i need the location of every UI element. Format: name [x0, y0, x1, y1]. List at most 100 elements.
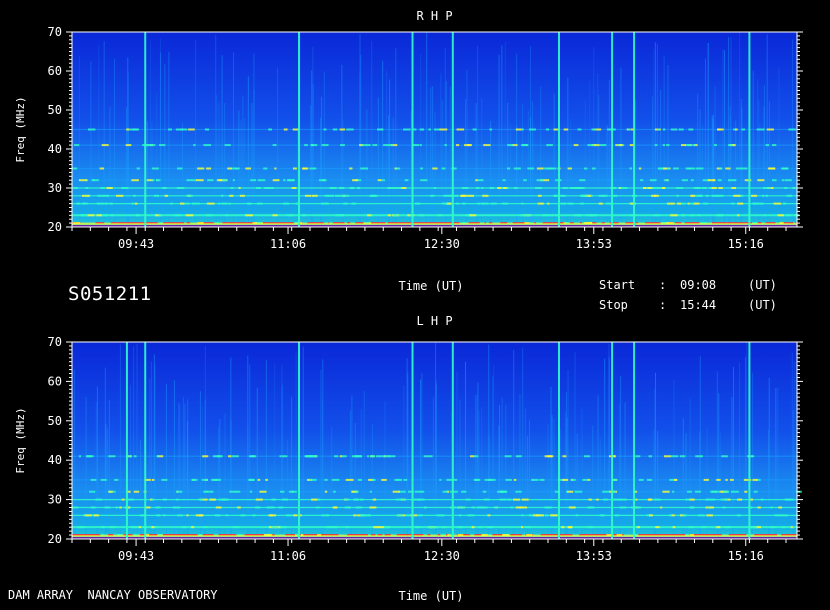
band-speckle [351, 202, 357, 205]
band-speckle [312, 455, 318, 458]
band-speckle [720, 498, 729, 501]
band-speckle [459, 514, 462, 517]
y-axis-label: Freq (MHz) [14, 96, 27, 162]
band-speckle [612, 490, 617, 493]
band-speckle [136, 214, 140, 217]
band-speckle [681, 202, 686, 205]
band-speckle [484, 478, 492, 481]
band-speckle [689, 498, 695, 501]
band-speckle [359, 498, 364, 501]
band-speckle [311, 498, 318, 501]
band-speckle [638, 167, 642, 170]
band-speckle [456, 128, 465, 131]
band-speckle [250, 455, 255, 458]
band-speckle [329, 187, 337, 189]
band-speckle [439, 128, 448, 131]
band-speckle [129, 128, 136, 131]
band-speckle [598, 202, 603, 205]
band-speckle [725, 167, 731, 170]
band-speckle [544, 514, 549, 517]
band-speckle [394, 478, 403, 481]
band-speckle [614, 514, 620, 517]
band-speckle [690, 214, 695, 217]
band-speckle [90, 506, 96, 509]
band-speckle [547, 202, 550, 205]
band-speckle [373, 526, 379, 529]
band-speckle [520, 214, 527, 217]
band-speckle [675, 187, 684, 189]
band-speckle [757, 202, 764, 205]
band-speckle [513, 187, 518, 189]
band-speckle [708, 187, 712, 189]
band-speckle [774, 514, 783, 517]
band-speckle [673, 167, 679, 170]
band-speckle [121, 498, 125, 501]
band-speckle [500, 498, 507, 501]
band-speckle [283, 128, 288, 131]
band-speckle [523, 179, 527, 182]
band-speckle [138, 526, 142, 529]
band-speckle [766, 128, 774, 131]
band-speckle [521, 526, 524, 529]
band-speckle [234, 167, 240, 170]
band-speckle [106, 187, 113, 189]
band-speckle [304, 144, 308, 147]
band-speckle [482, 490, 487, 493]
band-speckle [188, 128, 195, 131]
band-speckle [268, 128, 272, 131]
band-speckle [562, 187, 568, 189]
band-speckle [599, 514, 605, 517]
band-speckle [406, 514, 412, 517]
band-speckle [383, 526, 390, 529]
band-speckle [539, 478, 545, 481]
band-speckle [403, 478, 408, 481]
band-speckle [175, 128, 184, 131]
band-speckle [104, 202, 109, 205]
band-speckle [777, 214, 784, 217]
band-speckle [279, 490, 285, 493]
band-speckle [136, 167, 140, 170]
band-speckle [90, 478, 97, 481]
band-speckle [652, 214, 660, 217]
band-speckle [302, 167, 307, 170]
band-speckle [93, 514, 100, 517]
band-speckle [177, 167, 183, 170]
band-speckle [133, 490, 140, 493]
band-speckle [596, 498, 599, 501]
band-speckle [705, 194, 709, 197]
band-speckle [583, 167, 588, 170]
band-speckle [727, 179, 735, 182]
band-speckle [302, 214, 306, 217]
band-speckle [487, 514, 491, 517]
band-speckle [657, 128, 660, 131]
band-speckle [381, 478, 387, 481]
band-speckle [216, 455, 223, 458]
band-speckle [96, 202, 105, 205]
band-speckle [481, 187, 484, 189]
band-speckle [765, 194, 769, 197]
band-speckle [475, 187, 480, 189]
stop-unit: (UT) [748, 298, 777, 312]
band-speckle [104, 506, 111, 509]
band-speckle [139, 514, 145, 517]
band-speckle [560, 202, 567, 205]
y-tick-label: 50 [48, 103, 62, 117]
band-speckle [245, 214, 253, 217]
band-speckle [176, 490, 183, 493]
band-speckle [781, 514, 788, 517]
band-speckle [666, 144, 670, 147]
band-speckle [682, 514, 687, 517]
band-speckle [580, 194, 588, 197]
band-speckle [156, 455, 160, 458]
start-label: Start [599, 278, 636, 292]
band-speckle [420, 167, 424, 170]
band-speckle [198, 498, 203, 501]
start-colon: : [659, 278, 667, 292]
band-speckle [618, 498, 627, 501]
band-speckle [671, 514, 675, 517]
band-speckle [100, 187, 106, 189]
band-speckle [694, 490, 702, 493]
band-speckle [380, 128, 384, 131]
band-speckle [288, 490, 297, 493]
band-speckle [672, 490, 675, 493]
